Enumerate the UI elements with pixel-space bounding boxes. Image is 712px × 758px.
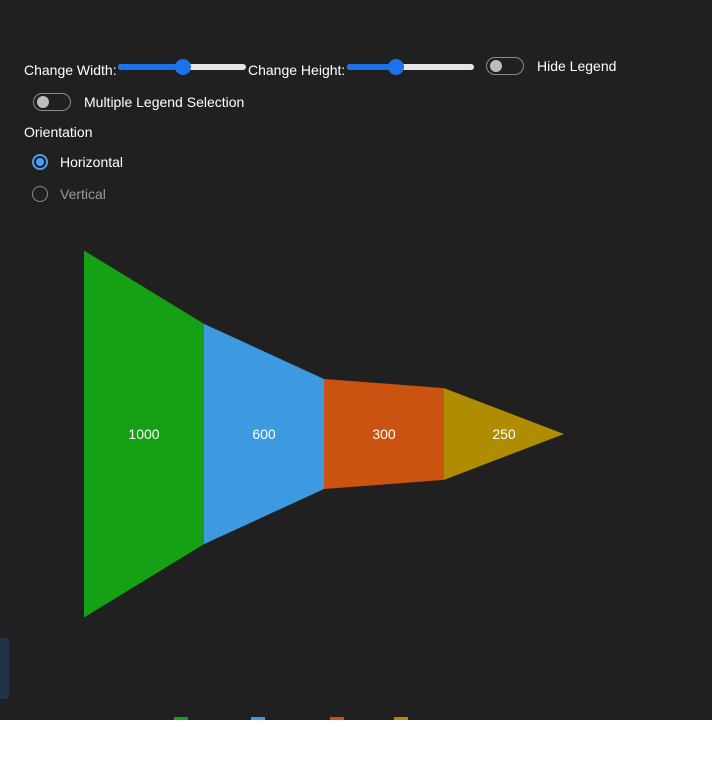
chart-panel: Change Width: Change Height: Hide Legend… — [0, 0, 712, 720]
funnel-segment-label-2: 600 — [252, 426, 276, 442]
legend-swatch-4[interactable] — [394, 717, 408, 720]
funnel-segment-label-1: 1000 — [128, 426, 159, 442]
side-panel-tab[interactable] — [0, 638, 9, 699]
legend-swatch-2[interactable] — [251, 717, 265, 720]
funnel-segment-label-3: 300 — [372, 426, 396, 442]
funnel-segment-label-4: 250 — [492, 426, 516, 442]
legend-swatch-3[interactable] — [330, 717, 344, 720]
legend-swatch-1[interactable] — [174, 717, 188, 720]
funnel-chart: 1000 600 300 250 — [84, 250, 564, 618]
